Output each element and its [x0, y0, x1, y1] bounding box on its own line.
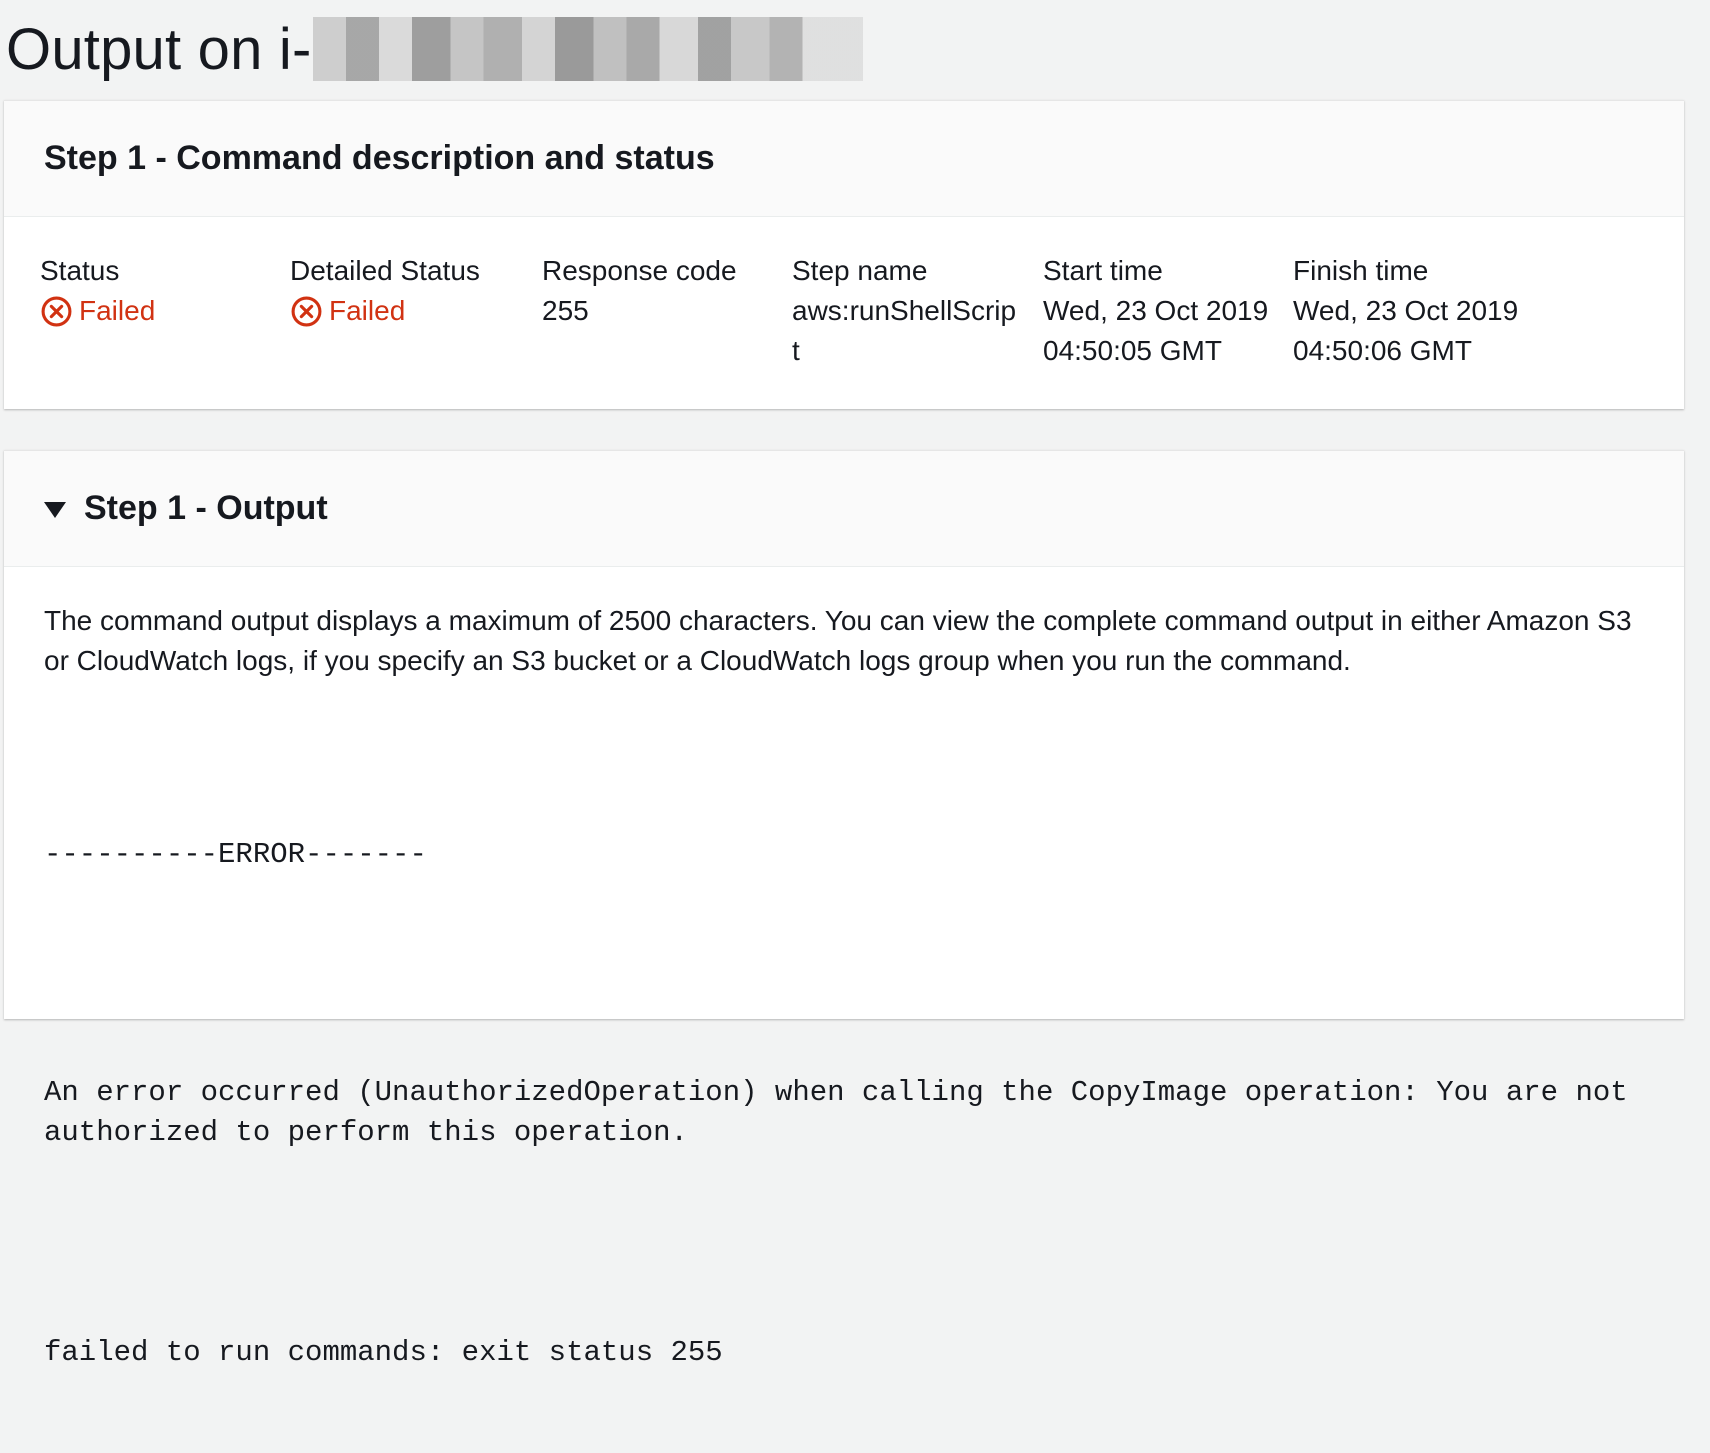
response-code-value: 255 [542, 295, 589, 326]
step-name-value: aws:runShellScript [792, 295, 1017, 366]
finish-time-value: Wed, 23 Oct 2019 04:50:06 GMT [1293, 295, 1519, 366]
response-code-label: Response code [542, 255, 737, 286]
output-error-message: An error occurred (UnauthorizedOperation… [44, 1076, 1646, 1149]
status-field: Status Failed [40, 251, 290, 331]
step-name-field: Step name aws:runShellScript [792, 251, 1022, 371]
page-title: Output on i- [6, 14, 864, 84]
output-panel-title[interactable]: Step 1 - Output [84, 489, 328, 528]
finish-time-label: Finish time [1293, 255, 1429, 286]
output-panel: Step 1 - Output The command output displ… [4, 450, 1684, 1369]
command-status-panel: Step 1 - Command description and status … [4, 100, 1684, 409]
command-status-panel-header: Step 1 - Command description and status [4, 101, 1684, 217]
status-value: Failed [40, 291, 290, 331]
x-circle-icon [291, 296, 322, 326]
output-panel-body: The command output displays a maximum of… [4, 567, 1684, 1453]
x-circle-icon [41, 296, 72, 326]
output-exit-message: failed to run commands: exit status 255 [44, 1336, 723, 1369]
command-output: ----------ERROR------- An error occurred… [44, 755, 1644, 1453]
status-value-text: Failed [79, 295, 156, 326]
page-title-text: Output on i- [6, 16, 312, 82]
caret-down-icon[interactable] [44, 501, 66, 518]
step-name-label: Step name [792, 255, 928, 286]
detailed-status-field: Detailed Status Failed [290, 251, 540, 331]
finish-time-field: Finish time Wed, 23 Oct 2019 04:50:06 GM… [1293, 251, 1533, 371]
start-time-value: Wed, 23 Oct 2019 04:50:05 GMT [1043, 295, 1269, 366]
redacted-instance-id [313, 17, 864, 81]
status-fields-row: Status Failed Detailed Status Failed Res… [4, 217, 1684, 407]
output-panel-header[interactable]: Step 1 - Output [4, 451, 1684, 567]
detailed-status-label: Detailed Status [290, 255, 480, 286]
output-error-header: ----------ERROR------- [44, 838, 427, 871]
response-code-field: Response code 255 [542, 251, 792, 331]
output-limit-note: The command output displays a maximum of… [44, 605, 1632, 676]
start-time-field: Start time Wed, 23 Oct 2019 04:50:05 GMT [1043, 251, 1283, 371]
start-time-label: Start time [1043, 255, 1163, 286]
detailed-status-value-text: Failed [329, 295, 406, 326]
status-label: Status [40, 255, 120, 286]
command-status-panel-title: Step 1 - Command description and status [44, 139, 715, 177]
detailed-status-value: Failed [290, 291, 540, 331]
